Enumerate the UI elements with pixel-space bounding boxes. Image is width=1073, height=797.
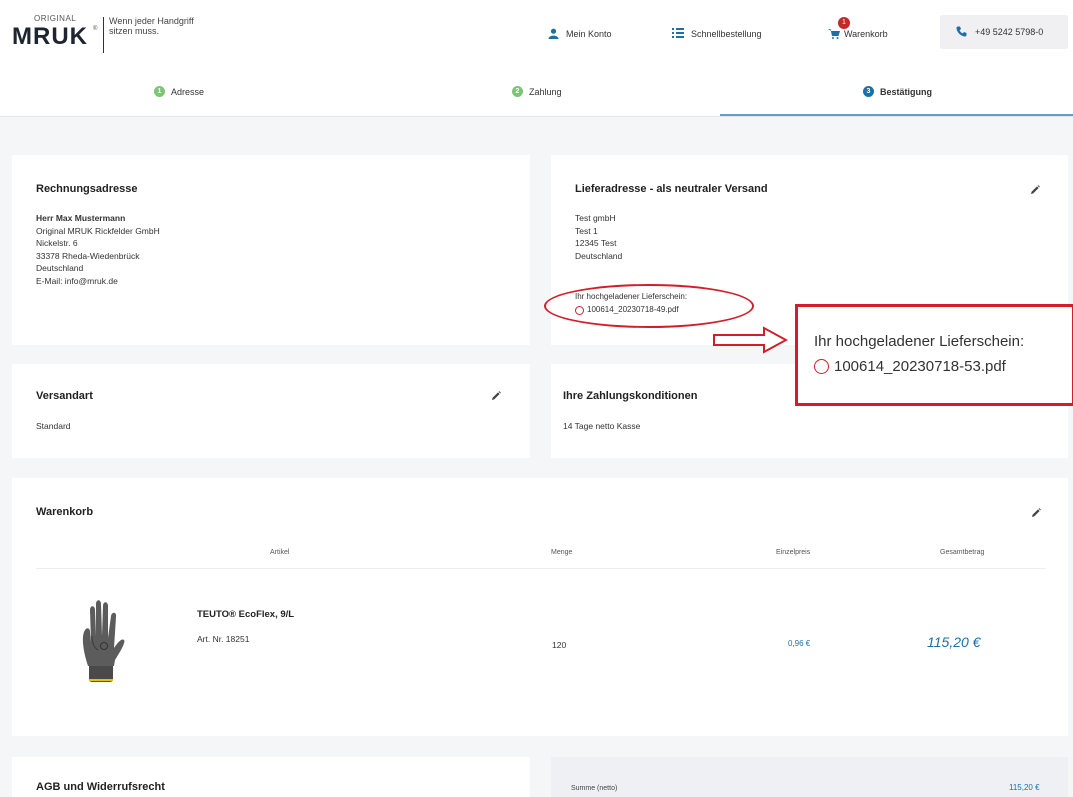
active-step-indicator bbox=[720, 114, 1073, 116]
terms-card: AGB und Widerrufsrecht bbox=[12, 757, 530, 797]
shipping-method-title: Versandart bbox=[36, 390, 93, 402]
annotation-arrow-icon bbox=[712, 326, 789, 359]
cart-card: Warenkorb bbox=[12, 478, 1068, 736]
cart-title: Warenkorb bbox=[36, 506, 94, 518]
product-name[interactable]: TEUTO® EcoFlex, 9/L bbox=[197, 609, 294, 620]
cart-header-divider bbox=[36, 568, 1046, 569]
summary-net-label: Summe (netto) bbox=[571, 785, 618, 792]
step-confirmation: 3 Bestätigung bbox=[863, 86, 932, 97]
cart-count-badge: 1 bbox=[838, 17, 850, 29]
order-summary-card: Summe (netto) 115,20 € bbox=[551, 757, 1068, 797]
product-unit-price: 0,96 € bbox=[788, 639, 811, 648]
step-number: 1 bbox=[154, 86, 165, 97]
header: ORIGINAL MRUK ® Wenn jeder Handgriff sit… bbox=[0, 0, 1073, 72]
checkout-steps: 1 Adresse 2 Zahlung 3 Bestätigung bbox=[0, 72, 1073, 117]
annotation-callout: Ihr hochgeladener Lieferschein: 100614_2… bbox=[795, 304, 1073, 406]
billing-address-block: Herr Max Mustermann Original MRUK Rickfe… bbox=[36, 212, 160, 287]
step-address[interactable]: 1 Adresse bbox=[154, 86, 204, 97]
step-label: Adresse bbox=[171, 86, 205, 97]
shipping-method-value: Standard bbox=[36, 421, 71, 431]
quick-order-label: Schnellbestellung bbox=[691, 29, 762, 39]
billing-address-title: Rechnungsadresse bbox=[36, 183, 138, 195]
billing-email: E-Mail: info@mruk.de bbox=[36, 275, 118, 286]
logo-original-text: ORIGINAL bbox=[34, 14, 77, 23]
edit-cart-pencil-icon[interactable] bbox=[1030, 506, 1046, 522]
logo-separator bbox=[103, 17, 104, 53]
step-number: 2 bbox=[512, 86, 523, 97]
summary-net-value: 115,20 € bbox=[1009, 783, 1040, 792]
col-total: Gesamtbetrag bbox=[940, 549, 985, 556]
cart-label: Warenkorb bbox=[844, 29, 888, 39]
billing-name: Herr Max Mustermann bbox=[36, 213, 126, 223]
logo-registered: ® bbox=[93, 26, 98, 32]
cart-link[interactable]: Warenkorb bbox=[828, 22, 888, 46]
delivery-street: Test 1 bbox=[575, 225, 598, 236]
col-unit-price: Einzelpreis bbox=[776, 549, 811, 556]
billing-street: Nickelstr. 6 bbox=[36, 238, 78, 248]
callout-file-row: 100614_20230718-53.pdf bbox=[814, 358, 1006, 375]
callout-file: 100614_20230718-53.pdf bbox=[834, 358, 1006, 375]
billing-country: Deutschland bbox=[36, 263, 84, 273]
product-quantity: 120 bbox=[552, 640, 567, 650]
delivery-company: Test gmbH bbox=[575, 213, 616, 223]
product-total-price: 115,20 € bbox=[927, 634, 981, 650]
callout-radio-icon bbox=[814, 359, 829, 374]
billing-company: Original MRUK Rickfelder GmbH bbox=[36, 225, 160, 236]
billing-address-card: Rechnungsadresse Herr Max Mustermann Ori… bbox=[12, 155, 530, 345]
payment-terms-title: Ihre Zahlungskonditionen bbox=[563, 390, 698, 402]
step-number: 3 bbox=[863, 86, 874, 97]
payment-terms-value: 14 Tage netto Kasse bbox=[563, 421, 641, 431]
list-icon bbox=[672, 28, 684, 40]
phone-number: +49 5242 5798-0 bbox=[975, 27, 1044, 37]
col-quantity: Menge bbox=[551, 549, 573, 556]
step-label: Bestätigung bbox=[880, 86, 933, 97]
delivery-country: Deutschland bbox=[575, 250, 623, 261]
edit-delivery-pencil-icon[interactable] bbox=[1029, 183, 1045, 199]
phone-icon bbox=[956, 26, 967, 39]
quick-order-link[interactable]: Schnellbestellung bbox=[672, 22, 762, 46]
product-image-glove[interactable] bbox=[74, 596, 128, 686]
delivery-address-block: Test gmbH Test 1 12345 Test Deutschland bbox=[575, 212, 622, 262]
user-icon bbox=[548, 28, 559, 41]
terms-title: AGB und Widerrufsrecht bbox=[36, 781, 165, 793]
shipping-method-card: Versandart Standard bbox=[12, 364, 530, 458]
callout-label: Ihr hochgeladener Lieferschein: bbox=[814, 333, 1025, 350]
step-payment[interactable]: 2 Zahlung bbox=[512, 86, 562, 97]
product-article-number: Art. Nr. 18251 bbox=[197, 634, 250, 644]
col-article: Artikel bbox=[270, 549, 290, 556]
delivery-city: 12345 Test bbox=[575, 238, 617, 248]
billing-city: 33378 Rheda-Wiedenbrück bbox=[36, 250, 140, 261]
annotation-ellipse bbox=[544, 284, 754, 328]
step-label: Zahlung bbox=[529, 86, 562, 97]
logo-tagline: Wenn jeder Handgriff sitzen muss. bbox=[109, 16, 194, 36]
edit-shipping-pencil-icon[interactable] bbox=[490, 389, 506, 405]
cart-icon bbox=[828, 28, 840, 41]
my-account-link[interactable]: Mein Konto bbox=[548, 22, 612, 46]
logo-brand: MRUK bbox=[12, 23, 88, 50]
delivery-address-title: Lieferadresse - als neutraler Versand bbox=[575, 183, 768, 195]
phone-button[interactable]: +49 5242 5798-0 bbox=[940, 15, 1068, 49]
my-account-label: Mein Konto bbox=[566, 29, 612, 39]
